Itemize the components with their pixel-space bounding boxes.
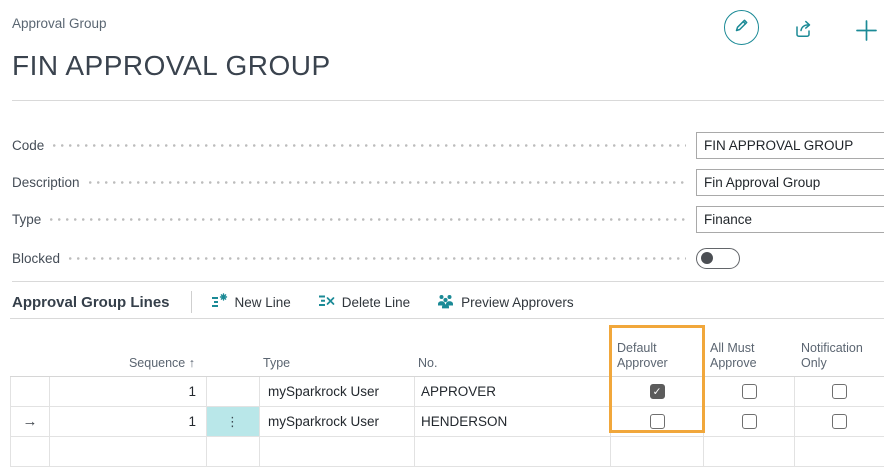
field-type: Type	[12, 205, 884, 233]
dotted-leader	[89, 181, 686, 184]
pencil-icon	[733, 16, 751, 39]
toolbar-separator	[191, 291, 192, 313]
new-button[interactable]	[853, 17, 880, 49]
new-line-icon	[211, 293, 228, 312]
description-input[interactable]	[696, 169, 884, 196]
blocked-label: Blocked	[12, 251, 60, 266]
preview-approvers-label: Preview Approvers	[461, 295, 574, 310]
column-header-default-approver[interactable]: Default Approver	[617, 341, 679, 371]
table-row-current[interactable]: → 1 ⋮ mySparkrock User HENDERSON	[10, 407, 884, 437]
new-line-button[interactable]: New Line	[211, 293, 291, 312]
edit-button[interactable]	[724, 10, 759, 45]
header-divider	[12, 100, 884, 101]
delete-line-label: Delete Line	[342, 295, 410, 310]
type-cell[interactable]: mySparkrock User	[260, 377, 415, 406]
table-row-empty[interactable]	[10, 437, 884, 467]
ellipsis-icon: ⋮	[226, 414, 240, 430]
row-options-cell[interactable]	[207, 377, 260, 406]
blocked-toggle[interactable]	[696, 248, 740, 269]
notification-only-cell	[795, 377, 884, 406]
no-cell[interactable]: APPROVER	[415, 377, 611, 406]
page-title: FIN APPROVAL GROUP	[12, 50, 331, 82]
dotted-leader	[50, 218, 686, 221]
dotted-leader	[53, 144, 686, 147]
column-header-no[interactable]: No.	[418, 356, 437, 371]
field-description: Description	[12, 168, 884, 196]
default-approver-checkbox[interactable]: ✓	[650, 384, 665, 399]
row-indicator-cell: →	[10, 407, 50, 436]
notification-only-checkbox[interactable]	[832, 414, 847, 429]
lines-section-title: Approval Group Lines	[12, 294, 170, 311]
sequence-cell[interactable]: 1	[50, 407, 207, 436]
lines-section-bar: Approval Group Lines New Line Delete Lin…	[12, 289, 601, 315]
no-cell[interactable]: HENDERSON	[415, 407, 611, 436]
delete-line-icon	[318, 293, 335, 312]
default-approver-cell	[611, 407, 704, 436]
row-indicator-cell	[10, 377, 50, 406]
all-must-approve-checkbox[interactable]	[742, 414, 757, 429]
notification-only-checkbox[interactable]	[832, 384, 847, 399]
current-row-arrow-icon: →	[23, 413, 38, 430]
default-approver-checkbox[interactable]	[650, 414, 665, 429]
share-button[interactable]	[792, 17, 816, 46]
delete-line-button[interactable]: Delete Line	[318, 293, 410, 312]
dotted-leader	[69, 257, 686, 260]
default-approver-cell: ✓	[611, 377, 704, 406]
type-input[interactable]	[696, 206, 884, 233]
approval-group-lines-table: 1 mySparkrock User APPROVER ✓ → 1 ⋮ mySp…	[10, 376, 884, 467]
sequence-cell[interactable]: 1	[50, 377, 207, 406]
code-label: Code	[12, 138, 44, 153]
code-input[interactable]	[696, 132, 884, 159]
row-options-cell[interactable]: ⋮	[207, 407, 260, 436]
fields-divider	[12, 281, 884, 282]
all-must-approve-checkbox[interactable]	[742, 384, 757, 399]
preview-approvers-button[interactable]: Preview Approvers	[437, 293, 574, 312]
breadcrumb[interactable]: Approval Group	[12, 16, 107, 31]
type-label: Type	[12, 212, 41, 227]
description-label: Description	[12, 175, 80, 190]
column-header-notification-only[interactable]: Notification Only	[801, 341, 884, 371]
toggle-knob	[701, 252, 713, 264]
plus-icon	[853, 31, 880, 48]
all-must-approve-cell	[704, 377, 795, 406]
column-header-type[interactable]: Type	[263, 356, 290, 371]
new-line-label: New Line	[235, 295, 291, 310]
table-row[interactable]: 1 mySparkrock User APPROVER ✓	[10, 377, 884, 407]
toolbar-divider	[10, 318, 884, 319]
type-cell[interactable]: mySparkrock User	[260, 407, 415, 436]
field-code: Code	[12, 131, 884, 159]
notification-only-cell	[795, 407, 884, 436]
column-header-all-must-approve[interactable]: All Must Approve	[710, 341, 774, 371]
column-header-sequence[interactable]: Sequence ↑	[50, 356, 195, 371]
all-must-approve-cell	[704, 407, 795, 436]
share-icon	[792, 28, 816, 45]
sort-ascending-icon: ↑	[189, 356, 195, 370]
people-icon	[437, 293, 454, 312]
field-blocked: Blocked	[12, 244, 884, 272]
